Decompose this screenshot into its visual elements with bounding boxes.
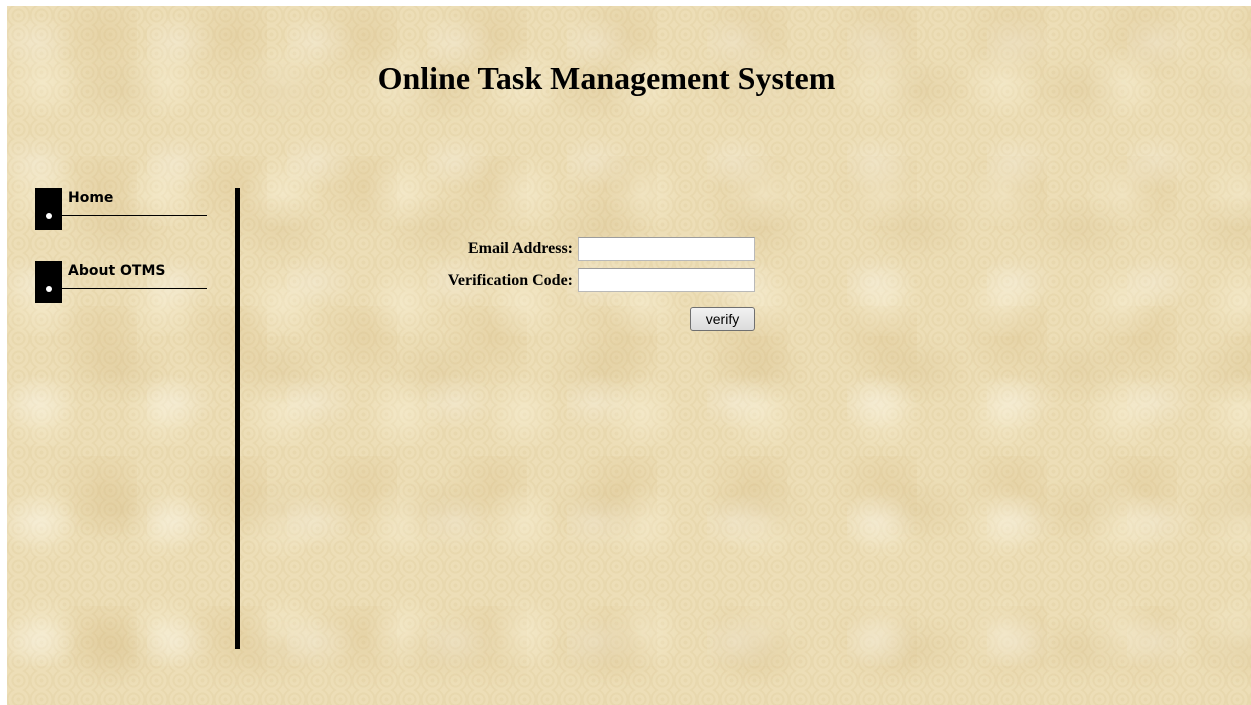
email-field[interactable]: [578, 237, 755, 261]
email-label: Email Address:: [467, 240, 573, 257]
verify-button[interactable]: verify: [690, 307, 755, 331]
verification-code-field[interactable]: [578, 268, 755, 292]
page-background: Online Task Management System Home About…: [7, 6, 1251, 705]
verify-form: Email Address: Verification Code: verify: [7, 6, 1251, 705]
verification-code-label: Verification Code:: [447, 272, 573, 289]
